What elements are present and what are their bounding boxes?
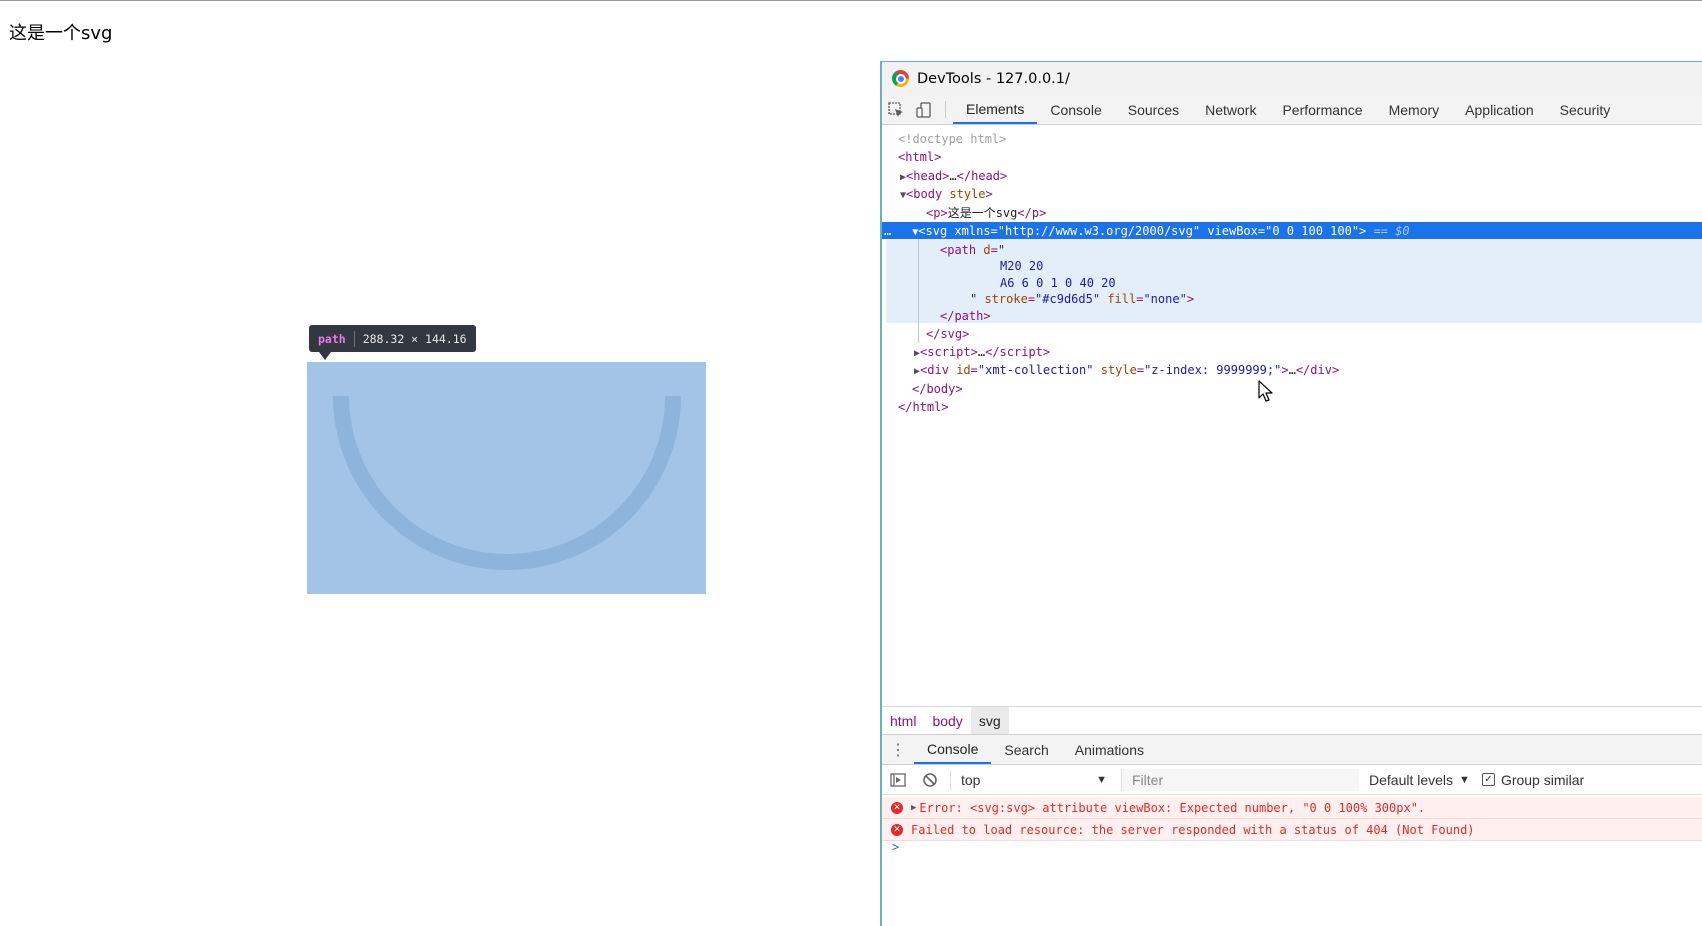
inspect-element-icon[interactable]: [882, 95, 910, 124]
tooltip-dimensions: 288.32 × 144.16: [362, 331, 467, 346]
filter-input[interactable]: [1132, 771, 1359, 788]
dom-html-open[interactable]: <html>: [898, 148, 941, 166]
tab-application[interactable]: Application: [1452, 95, 1547, 124]
dom-body-open[interactable]: ▼<body style>: [900, 185, 993, 203]
log-levels-dropdown[interactable]: Default levels ▼: [1369, 772, 1470, 788]
devtools-window: DevTools - 127.0.0.1/ Elements Console S…: [880, 61, 1702, 926]
arc-path: [333, 395, 681, 570]
show-sidebar-icon[interactable]: [882, 772, 914, 787]
error-icon: ✕: [891, 801, 903, 814]
context-selector[interactable]: top ▼: [950, 769, 1115, 790]
dom-svg-close[interactable]: </svg>: [926, 325, 969, 343]
page-paragraph: 这是一个svg: [9, 23, 113, 44]
expand-arrow-icon[interactable]: ▶: [911, 803, 916, 813]
drawer-tab-search[interactable]: Search: [991, 735, 1061, 764]
clear-console-icon[interactable]: [914, 772, 946, 788]
dom-div-collection[interactable]: ▶<div id="xmt-collection" style="z-index…: [914, 361, 1339, 379]
tab-sources[interactable]: Sources: [1115, 95, 1192, 124]
group-similar-label: Group similar: [1500, 771, 1585, 788]
devtools-main-toolbar: Elements Console Sources Network Perform…: [882, 95, 1702, 125]
dom-path-attrs[interactable]: " stroke="#c9d6d5" fill="none">: [970, 290, 1194, 308]
selected-node-marker: == $0: [1373, 224, 1410, 238]
console-toolbar: top ▼ Default levels ▼ ✓ Group similar: [882, 765, 1702, 795]
checkbox-checked-icon[interactable]: ✓: [1481, 773, 1495, 786]
mouse-cursor-icon: [1258, 380, 1273, 402]
tab-performance[interactable]: Performance: [1269, 95, 1375, 124]
dom-svg-selected[interactable]: … ▼<svg xmlns="http://www.w3.org/2000/svg…: [882, 222, 1702, 240]
inspect-tooltip: path 288.32 × 144.16: [309, 325, 476, 360]
breadcrumb: html body svg: [882, 706, 1702, 734]
breadcrumb-svg[interactable]: svg: [970, 707, 1009, 734]
drawer-tabbar: ⋮ Console Search Animations: [882, 734, 1702, 765]
console-error-message[interactable]: ✕ ▶ Error: <svg:svg> attribute viewBox: …: [882, 797, 1702, 819]
dom-path-close[interactable]: </path>: [940, 307, 991, 325]
breadcrumb-html[interactable]: html: [882, 707, 924, 734]
group-similar-toggle[interactable]: ✓ Group similar: [1481, 771, 1585, 788]
arc-graphic: [333, 395, 681, 570]
error-icon: ✕: [891, 823, 903, 836]
toolbar-divider: [945, 101, 946, 118]
tab-network[interactable]: Network: [1192, 95, 1269, 124]
more-tools-icon[interactable]: ⋮: [882, 735, 914, 764]
dom-doctype[interactable]: <!doctype html>: [898, 130, 1006, 148]
tooltip-divider: [353, 330, 355, 347]
dropdown-arrow-icon: ▼: [1459, 773, 1470, 786]
device-toolbar-icon[interactable]: [910, 95, 938, 124]
console-error-message[interactable]: ✕ Failed to load resource: the server re…: [882, 819, 1702, 841]
dom-script[interactable]: ▶<script>…</script>: [914, 343, 1050, 361]
dom-head[interactable]: ▶<head>…</head>: [900, 167, 1007, 185]
context-value: top: [961, 771, 981, 788]
devtools-title: DevTools - 127.0.0.1/: [917, 70, 1070, 87]
log-levels-label: Default levels: [1369, 771, 1454, 788]
dom-html-close[interactable]: </html>: [898, 398, 949, 416]
drawer-tab-console[interactable]: Console: [914, 735, 992, 764]
page-top-border: [0, 0, 1702, 3]
console-prompt[interactable]: >: [892, 840, 899, 854]
dropdown-arrow-icon: ▼: [1096, 773, 1107, 786]
devtools-titlebar: DevTools - 127.0.0.1/: [882, 62, 1702, 95]
dom-path-d-line1: M20 20: [1000, 259, 1044, 273]
error-text: Error: <svg:svg> attribute viewBox: Expe…: [919, 800, 1426, 815]
tab-security[interactable]: Security: [1547, 95, 1624, 124]
tab-memory[interactable]: Memory: [1376, 95, 1453, 124]
dom-path-open[interactable]: <path d=": [940, 241, 1005, 259]
tooltip-tag: path: [318, 331, 346, 346]
dom-p[interactable]: <p>这是一个svg</p>: [926, 204, 1046, 222]
breadcrumb-body[interactable]: body: [924, 707, 970, 734]
chrome-logo-icon: [892, 70, 909, 87]
inspected-svg-highlight[interactable]: [307, 362, 706, 594]
drawer-tab-animations[interactable]: Animations: [1062, 735, 1157, 764]
tab-console[interactable]: Console: [1037, 95, 1114, 124]
tab-elements[interactable]: Elements: [953, 95, 1038, 124]
elements-panel: <!doctype html> <html> ▶<head>…</head> ▼…: [882, 126, 1702, 706]
nesting-guide: [918, 239, 919, 343]
console-filter: [1121, 768, 1359, 791]
dom-body-close[interactable]: </body>: [912, 380, 963, 398]
error-text: Failed to load resource: the server resp…: [911, 822, 1475, 837]
